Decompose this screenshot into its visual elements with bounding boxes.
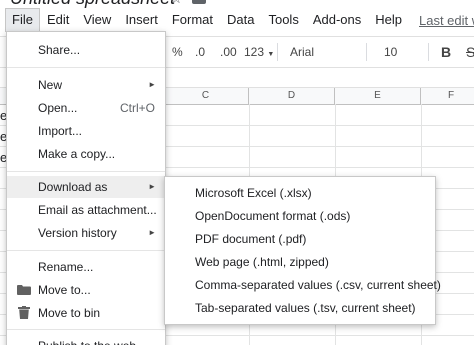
bold-button[interactable]: B [441,37,451,67]
menu-edit[interactable]: Edit [40,9,76,31]
submenu-arrow-icon: ► [148,228,156,237]
menu-item-label: Open... [38,101,78,115]
column-header-e[interactable]: E [335,88,421,105]
submenu-arrow-icon: ► [148,182,156,191]
shortcut-label: Ctrl+O [119,101,155,115]
submenu-arrow-icon: ► [148,80,156,89]
menu-format[interactable]: Format [165,9,220,31]
menu-file[interactable]: File [5,8,40,32]
menu-view[interactable]: View [76,9,118,31]
font-select[interactable]: Arial [290,37,314,67]
menu-item-open[interactable]: Open... Ctrl+O [7,97,165,119]
font-size-select[interactable]: 10 [384,37,397,67]
folder-icon[interactable] [192,0,206,4]
menu-item-label: Make a copy... [38,147,116,161]
menu-bar: File Edit View Insert Format Data Tools … [0,8,474,32]
download-ods[interactable]: OpenDocument format (.ods) [165,205,435,228]
folder-icon [17,285,31,295]
column-header-c[interactable]: C [163,88,249,105]
menu-item-label: Import... [38,124,83,138]
menu-insert[interactable]: Insert [118,9,165,31]
format-percent-button[interactable]: % [172,37,183,67]
decrease-decimal-button[interactable]: .0 [195,37,205,67]
menu-item-label: Share... [38,43,81,57]
menu-item-label: Version history [38,226,117,240]
menu-item-label: Rename... [38,260,94,274]
download-csv[interactable]: Comma-separated values (.csv, current sh… [165,274,441,297]
menu-divider [7,67,165,68]
submenu-item-label: Web page (.html, zipped) [195,255,329,269]
increase-decimal-button[interactable]: .00 [220,37,237,67]
file-menu: Share... New ► Open... Ctrl+O Import... … [6,31,166,345]
menu-addons[interactable]: Add-ons [306,9,368,31]
menu-item-label: Move to... [38,283,91,297]
menu-item-share[interactable]: Share... [7,39,165,61]
trash-icon [18,306,30,319]
menu-item-label: Email as attachment... [38,203,157,217]
chevron-down-icon: ▼ [267,51,275,58]
download-tsv[interactable]: Tab-separated values (.tsv, current shee… [165,297,435,320]
toolbar-divider [277,43,278,61]
menu-divider [7,250,165,251]
submenu-item-label: Comma-separated values (.csv, current sh… [195,278,441,292]
menu-item-version-history[interactable]: Version history ► [7,222,165,244]
menu-divider [7,329,165,330]
menu-item-move-to[interactable]: Move to... [7,279,165,301]
toolbar-divider [428,43,429,61]
download-pdf[interactable]: PDF document (.pdf) [165,228,435,251]
submenu-item-label: Tab-separated values (.tsv, current shee… [195,301,416,315]
menu-item-import[interactable]: Import... [7,120,165,142]
download-xlsx[interactable]: Microsoft Excel (.xlsx) [165,182,435,205]
spreadsheet-window: Untitled spreadsheet ☆ File Edit View In… [0,0,474,345]
download-html[interactable]: Web page (.html, zipped) [165,251,435,274]
menu-item-publish[interactable]: Publish to the web... [7,335,165,345]
menu-item-new[interactable]: New ► [7,74,165,96]
menu-item-move-to-bin[interactable]: Move to bin [7,302,165,324]
download-as-submenu: Microsoft Excel (.xlsx) OpenDocument for… [164,176,441,325]
menu-item-email-attachment[interactable]: Email as attachment... [7,199,165,221]
menu-tools[interactable]: Tools [261,9,305,31]
submenu-item-label: PDF document (.pdf) [195,232,307,246]
toolbar-divider [366,43,367,61]
strikethrough-button[interactable]: S [466,37,474,67]
menu-data[interactable]: Data [220,9,261,31]
menu-item-rename[interactable]: Rename... [7,256,165,278]
menu-item-label: New [38,78,63,92]
more-formats-label: 123 [244,45,265,59]
submenu-item-label: OpenDocument format (.ods) [195,209,351,223]
column-header-d[interactable]: D [249,88,335,105]
menu-item-label: Publish to the web... [38,335,146,345]
menu-help[interactable]: Help [368,9,409,31]
menu-divider [7,171,165,172]
star-icon[interactable]: ☆ [170,0,184,6]
last-edit-link[interactable]: Last edit was 2 [419,13,474,28]
menu-item-label: Download as [38,180,108,194]
menu-item-make-copy[interactable]: Make a copy... [7,143,165,165]
menu-item-download-as[interactable]: Download as ► [7,176,165,198]
submenu-item-label: Microsoft Excel (.xlsx) [195,186,312,200]
more-formats-button[interactable]: 123 ▼ [244,37,274,67]
menu-item-label: Move to bin [38,306,101,320]
column-header-f[interactable]: F [421,88,474,105]
